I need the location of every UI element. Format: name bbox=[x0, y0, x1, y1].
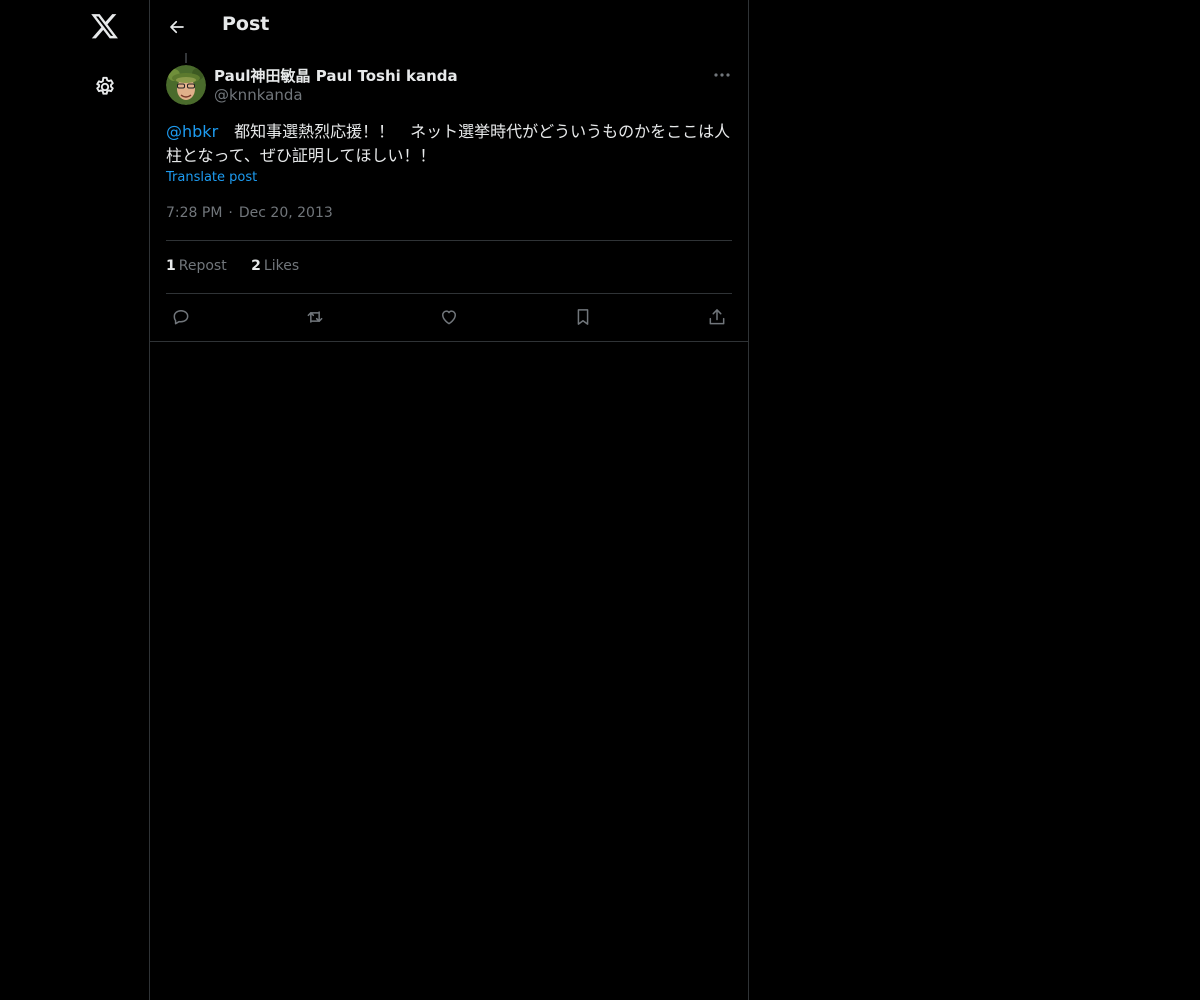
share-button[interactable] bbox=[702, 303, 732, 331]
reply-button[interactable] bbox=[166, 303, 196, 331]
likes-stat[interactable]: 2 Likes bbox=[251, 258, 299, 274]
gear-icon bbox=[96, 76, 114, 95]
post-timestamp[interactable]: 7:28 PM · Dec 20, 2013 bbox=[166, 205, 333, 221]
likes-label: Likes bbox=[263, 258, 300, 274]
meta-separator: · bbox=[228, 205, 233, 221]
heart-icon bbox=[442, 310, 456, 325]
x-logo-button[interactable] bbox=[81, 3, 129, 51]
author-avatar-image bbox=[166, 65, 206, 105]
arrow-left-icon bbox=[170, 20, 184, 34]
reposts-label: Repost bbox=[178, 258, 227, 274]
reposts-stat[interactable]: 1 Repost bbox=[166, 258, 227, 274]
post-article: Paul神田敏晶 Paul Toshi kanda @knnkanda @hbk… bbox=[150, 53, 748, 342]
post-header: Post bbox=[150, 0, 748, 53]
app-window: Post Paul神田敏晶 Paul Toshi kanda @knnkanda… bbox=[0, 0, 1200, 1000]
bookmark-button[interactable] bbox=[568, 303, 598, 331]
author-handle[interactable]: @knnkanda bbox=[214, 86, 303, 104]
reposts-count: 1 bbox=[166, 258, 176, 274]
divider bbox=[166, 240, 732, 241]
reply-icon bbox=[173, 310, 189, 325]
avatar[interactable] bbox=[166, 65, 206, 105]
translate-post-link[interactable]: Translate post bbox=[166, 170, 257, 185]
post-actions-bar bbox=[166, 303, 732, 331]
post-date: Dec 20, 2013 bbox=[238, 205, 333, 221]
engagement-stats: 1 Repost 2 Likes bbox=[166, 258, 319, 274]
repost-button[interactable] bbox=[300, 303, 330, 331]
share-icon bbox=[709, 309, 725, 325]
like-button[interactable] bbox=[434, 303, 464, 331]
more-options-button[interactable] bbox=[708, 63, 736, 87]
bookmark-icon bbox=[577, 309, 589, 325]
post-body: @hbkr 都知事選熱烈応援！！ ネット選挙時代がどういうものかをここは人柱とな… bbox=[166, 120, 732, 168]
repost-icon bbox=[307, 311, 323, 323]
divider bbox=[166, 293, 732, 294]
settings-button[interactable] bbox=[81, 63, 129, 111]
main-column: Post Paul神田敏晶 Paul Toshi kanda @knnkanda… bbox=[149, 0, 749, 1000]
post-text: 都知事選熱烈応援！！ ネット選挙時代がどういうものかをここは人柱となって、ぜひ証… bbox=[166, 122, 731, 165]
post-time: 7:28 PM bbox=[166, 205, 223, 221]
x-logo-icon bbox=[91, 14, 118, 39]
mention-link[interactable]: @hbkr bbox=[166, 122, 218, 141]
likes-count: 2 bbox=[251, 258, 261, 274]
left-nav bbox=[0, 0, 149, 1000]
page-title: Post bbox=[222, 13, 270, 35]
back-button[interactable] bbox=[160, 10, 194, 44]
more-dots-icon bbox=[714, 73, 730, 77]
author-name[interactable]: Paul神田敏晶 Paul Toshi kanda bbox=[214, 65, 458, 86]
